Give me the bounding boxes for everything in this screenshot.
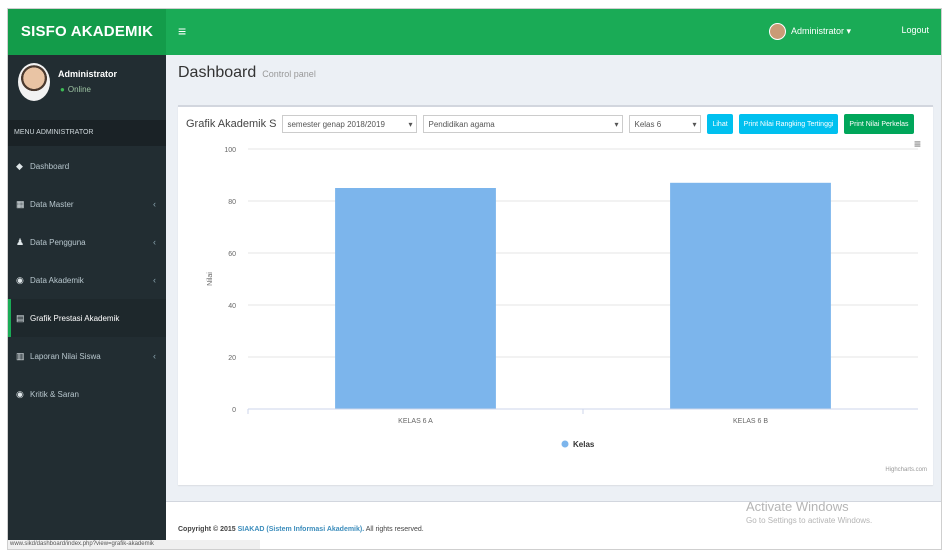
- filter-row: Grafik Akademik S semester genap 2018/20…: [186, 113, 931, 135]
- user-menu-label: Administrator ▾: [790, 26, 851, 36]
- sidebar-item-laporan-nilai-siswa[interactable]: ▥ Laporan Nilai Siswa ‹: [8, 337, 166, 375]
- chevron-down-icon: ▾: [408, 119, 413, 129]
- brand-logo[interactable]: SISFO AKADEMIK: [8, 9, 166, 55]
- browser-status-bar: www.sikd/dashboard/index.php?view=grafik…: [8, 540, 260, 549]
- y-tick-label: 0: [232, 407, 236, 414]
- y-tick-label: 40: [228, 303, 236, 310]
- content-header: Dashboard Control panel: [178, 64, 316, 82]
- filter-label: Grafik Akademik S: [186, 118, 277, 130]
- comment-icon: ◉: [16, 389, 24, 399]
- tag-icon: ◉: [16, 275, 24, 285]
- bar-chart: 0 20 40 60 80 100 Nilai KELAS 6 A KELAS 6 B Kelas: [207, 147, 918, 449]
- bar-kelas-6-b[interactable]: [670, 182, 831, 409]
- sidebar-item-label: Kritik & Saran: [30, 390, 79, 399]
- sidebar-item-label: Data Pengguna: [30, 238, 86, 247]
- report-icon: ▥: [16, 351, 25, 361]
- y-tick-label: 20: [228, 355, 236, 362]
- sidebar: Administrator ● Online MENU ADMINISTRATOR…: [8, 55, 166, 549]
- page-subtitle: Control panel: [262, 69, 316, 79]
- menu-header: MENU ADMINISTRATOR: [8, 120, 166, 146]
- chevron-left-icon: ‹: [153, 351, 156, 361]
- x-tick-label: KELAS 6 A: [398, 418, 433, 425]
- class-select-value: Kelas 6: [634, 119, 662, 129]
- online-dot-icon: ●: [60, 85, 65, 94]
- avatar-icon: [768, 23, 786, 40]
- user-status-label: Online: [67, 85, 91, 94]
- watermark-title: Activate Windows: [746, 499, 849, 514]
- page-title: Dashboard: [178, 64, 257, 81]
- user-panel: Administrator ● Online: [8, 55, 166, 117]
- browser-frame: SISFO AKADEMIK ≡ Administrator ▾ Logout …: [7, 8, 942, 550]
- sidebar-item-grafik-prestasi-akademik[interactable]: ▤ Grafik Prestasi Akademik: [8, 299, 166, 337]
- activate-windows-watermark: Activate Windows Go to Settings to activ…: [746, 499, 872, 525]
- footer-text: Copyright © 2015 SIAKAD (Sistem Informas…: [178, 526, 424, 533]
- subject-select-value: Pendidikan agama: [428, 119, 495, 129]
- chevron-down-icon: ▾: [614, 119, 619, 129]
- x-tick-label: KELAS 6 B: [733, 418, 768, 425]
- y-tick-label: 80: [228, 199, 236, 206]
- sidebar-item-label: Laporan Nilai Siswa: [30, 352, 101, 361]
- grid-icon: ▦: [16, 199, 25, 209]
- footer-link[interactable]: SIAKAD (Sistem Informasi Akademik).: [238, 526, 365, 533]
- chevron-down-icon: ▾: [692, 119, 697, 129]
- chevron-left-icon: ‹: [153, 275, 156, 285]
- chevron-left-icon: ‹: [153, 199, 156, 209]
- footer-copyright: Copyright © 2015: [178, 526, 236, 533]
- bar-kelas-6-a[interactable]: [335, 188, 496, 409]
- legend-label[interactable]: Kelas: [573, 440, 595, 449]
- sidebar-item-data-akademik[interactable]: ◉ Data Akademik ‹: [8, 261, 166, 299]
- sidebar-item-label: Dashboard: [30, 162, 70, 171]
- print-perkelas-button[interactable]: Print Nilai Perkelas: [844, 114, 914, 134]
- avatar: [18, 63, 50, 101]
- top-navbar: SISFO AKADEMIK ≡ Administrator ▾ Logout: [8, 9, 941, 55]
- legend-marker: [561, 440, 569, 448]
- watermark-subtitle: Go to Settings to activate Windows.: [746, 516, 873, 525]
- chart-icon: ▤: [16, 313, 25, 323]
- footer-rights: All rights reserved.: [365, 526, 424, 533]
- logout-link[interactable]: Logout: [901, 25, 929, 35]
- sidebar-item-data-master[interactable]: ▦ Data Master ‹: [8, 185, 166, 223]
- user-name: Administrator: [58, 69, 118, 79]
- y-tick-label: 100: [224, 147, 236, 154]
- sidebar-item-data-pengguna[interactable]: ♟ Data Pengguna ‹: [8, 223, 166, 261]
- user-menu[interactable]: Administrator ▾: [768, 23, 851, 40]
- sidebar-item-kritik-saran[interactable]: ◉ Kritik & Saran: [8, 375, 166, 413]
- sidebar-item-dashboard[interactable]: ◆ Dashboard: [8, 147, 166, 185]
- chart-credits[interactable]: Highcharts.com: [885, 467, 927, 473]
- sidebar-item-label: Data Master: [30, 200, 74, 209]
- chart-box: Grafik Akademik S semester genap 2018/20…: [178, 105, 933, 485]
- sidebar-toggle-icon[interactable]: ≡: [178, 23, 186, 39]
- semester-select-value: semester genap 2018/2019: [287, 119, 385, 129]
- sidebar-item-label: Grafik Prestasi Akademik: [30, 314, 120, 323]
- user-icon: ♟: [16, 237, 25, 247]
- class-select[interactable]: Kelas 6 ▾: [629, 115, 702, 133]
- subject-select[interactable]: Pendidikan agama ▾: [423, 115, 624, 133]
- semester-select[interactable]: semester genap 2018/2019 ▾: [282, 115, 418, 133]
- sidebar-menu: ◆ Dashboard ▦ Data Master ‹ ♟ Data Pengguna ‹ ◉ D…: [8, 147, 166, 413]
- user-status: ● Online: [60, 85, 91, 94]
- y-axis-label: Nilai: [207, 272, 214, 286]
- print-ranking-button[interactable]: Print Nilai Rangking Tertinggi: [738, 114, 839, 134]
- chevron-left-icon: ‹: [153, 237, 156, 247]
- y-tick-label: 60: [228, 251, 236, 258]
- lihat-button[interactable]: Lihat: [707, 114, 733, 134]
- dashboard-icon: ◆: [16, 161, 23, 171]
- sidebar-item-label: Data Akademik: [30, 276, 84, 285]
